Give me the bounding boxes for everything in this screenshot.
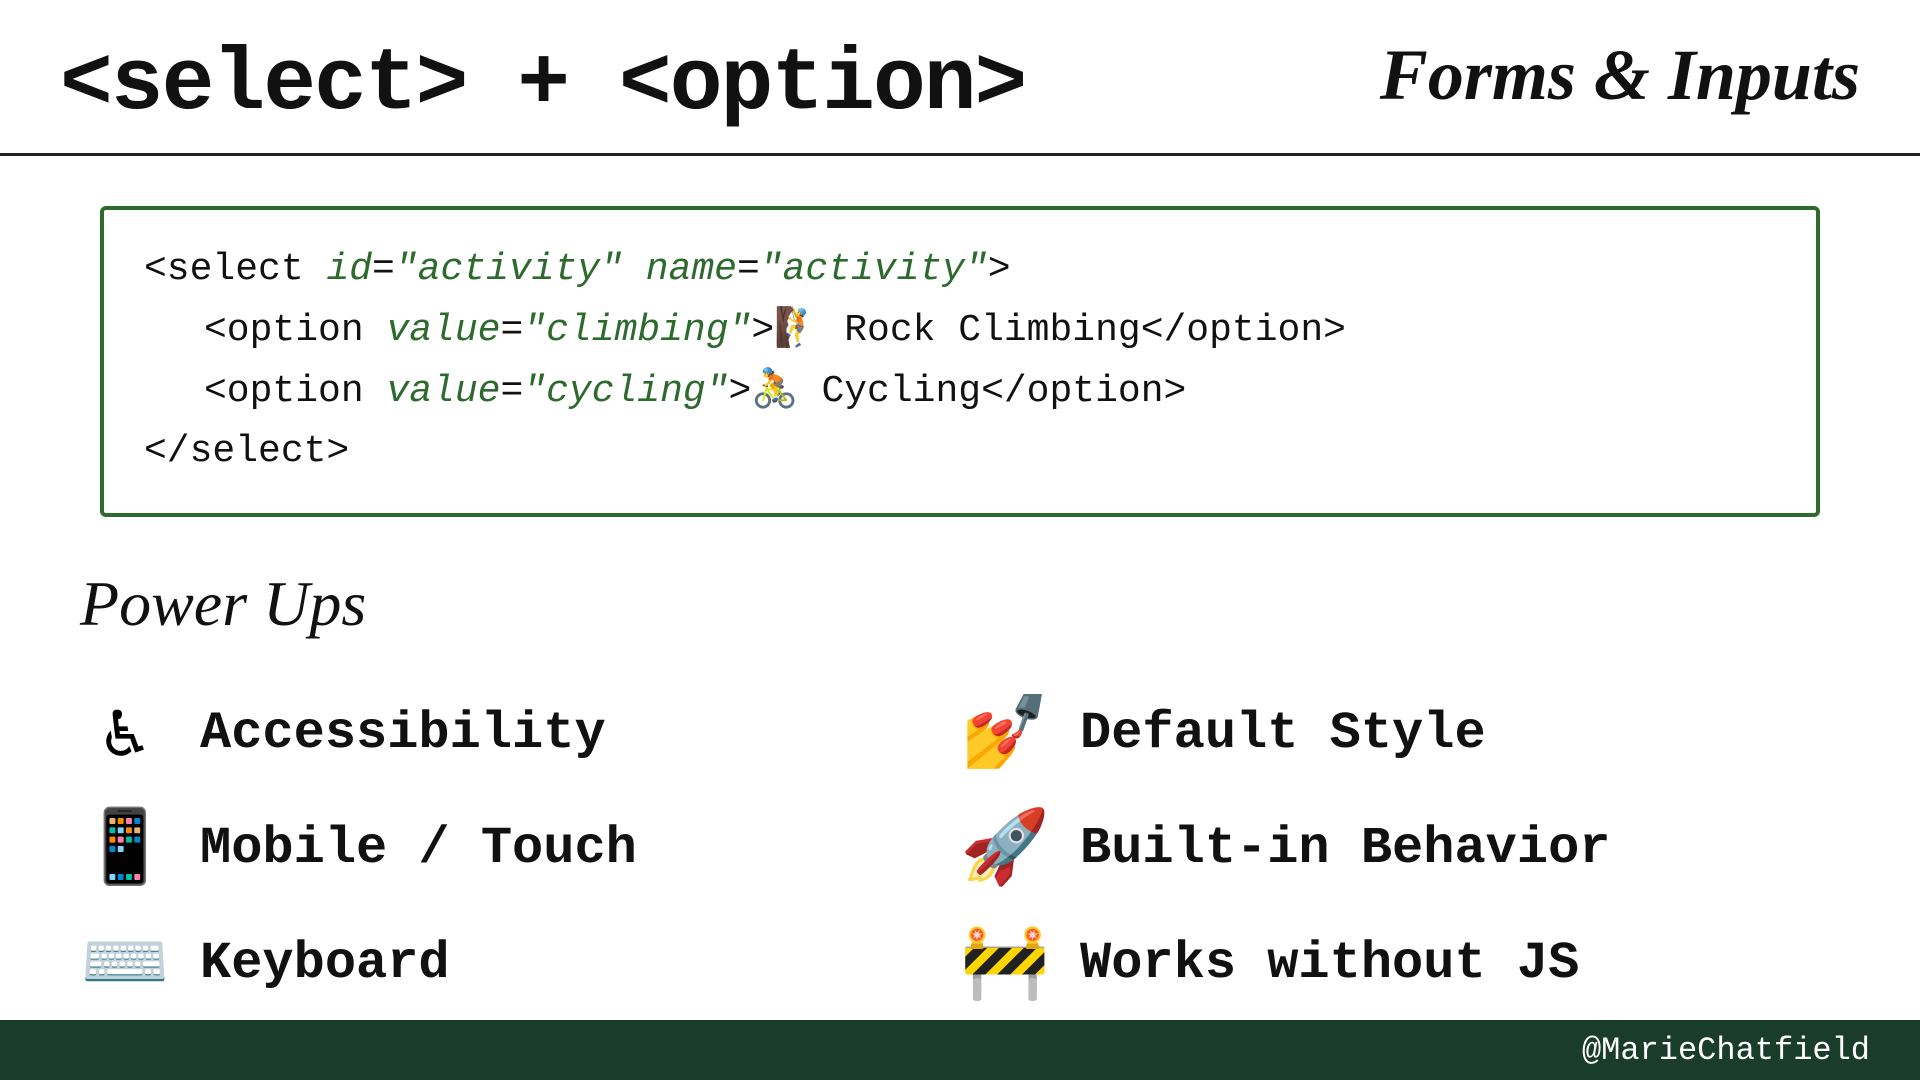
code-tag: [623, 248, 646, 291]
code-line-1: <select id="activity" name="activity">: [144, 240, 1776, 301]
code-tag: <option: [204, 309, 386, 352]
code-line-4: </select>: [144, 422, 1776, 483]
code-tag: =: [500, 309, 523, 352]
power-ups-grid: ♿ Accessibility 💅 Default Style 📱 Mobile…: [80, 681, 1840, 1016]
code-tag: =: [500, 370, 523, 413]
code-tag: >🧗 Rock Climbing</option>: [751, 309, 1346, 352]
code-tag: >🚴 Cycling</option>: [729, 370, 1187, 413]
section-label: Forms & Inputs: [1380, 36, 1860, 115]
mobile-icon: 📱: [80, 804, 170, 893]
code-tag: =: [737, 248, 760, 291]
power-up-mobile: 📱 Mobile / Touch: [80, 796, 960, 901]
twitter-handle: @MarieChatfield: [1582, 1032, 1870, 1069]
default-style-label: Default Style: [1080, 704, 1486, 763]
code-attr: value: [386, 309, 500, 352]
footer: @MarieChatfield: [0, 1020, 1920, 1080]
builtin-label: Built-in Behavior: [1080, 819, 1611, 878]
code-val: "climbing": [523, 309, 751, 352]
code-val: "activity": [760, 248, 988, 291]
code-val: "activity": [395, 248, 623, 291]
code-attr: id: [326, 248, 372, 291]
code-attr: value: [386, 370, 500, 413]
code-tag: <option: [204, 370, 386, 413]
keyboard-label: Keyboard: [200, 934, 450, 993]
power-ups-section: Power Ups ♿ Accessibility 💅 Default Styl…: [80, 567, 1840, 1016]
code-attr: name: [646, 248, 737, 291]
keyboard-icon: ⌨️: [80, 919, 170, 1008]
code-line-2: <option value="climbing">🧗 Rock Climbing…: [144, 301, 1776, 362]
no-js-icon: 🚧: [960, 919, 1050, 1008]
accessibility-icon: ♿: [80, 689, 170, 778]
code-val: "cycling": [523, 370, 728, 413]
power-ups-title: Power Ups: [80, 567, 1840, 641]
power-up-no-js: 🚧 Works without JS: [960, 911, 1840, 1016]
code-tag: =: [372, 248, 395, 291]
power-up-default-style: 💅 Default Style: [960, 681, 1840, 786]
builtin-icon: 🚀: [960, 804, 1050, 893]
power-up-keyboard: ⌨️ Keyboard: [80, 911, 960, 1016]
code-block: <select id="activity" name="activity"> <…: [100, 206, 1820, 517]
code-tag: <select: [144, 248, 326, 291]
main-title: <select> + <option>: [60, 36, 1025, 135]
power-up-accessibility: ♿ Accessibility: [80, 681, 960, 786]
code-tag: >: [988, 248, 1011, 291]
default-style-icon: 💅: [960, 689, 1050, 778]
power-up-builtin: 🚀 Built-in Behavior: [960, 796, 1840, 901]
header: <select> + <option> Forms & Inputs: [0, 0, 1920, 156]
mobile-label: Mobile / Touch: [200, 819, 637, 878]
no-js-label: Works without JS: [1080, 934, 1579, 993]
code-line-3: <option value="cycling">🚴 Cycling</optio…: [144, 362, 1776, 423]
accessibility-label: Accessibility: [200, 704, 606, 763]
code-closing-tag: </select>: [144, 430, 349, 473]
